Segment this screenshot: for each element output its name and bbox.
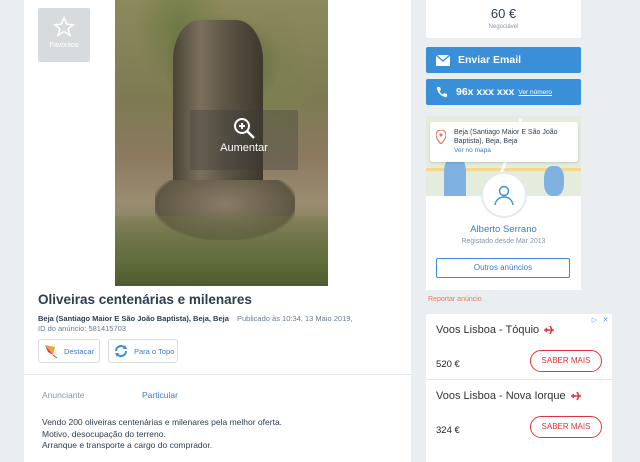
to-top-label: Para o Topo	[134, 346, 175, 356]
map-water	[544, 166, 564, 196]
send-email-button[interactable]: Enviar Email	[426, 47, 581, 73]
address-text: Beja (Santiago Maior E São João Baptista…	[454, 129, 558, 145]
phone-button[interactable]: 96x xxx xxx Ver número	[426, 79, 581, 105]
ad-price: 324 €	[436, 425, 460, 436]
seller-type: Particular	[142, 390, 178, 400]
listing-ad-id: ID do anúncio: 581415703	[38, 324, 126, 333]
registered-since: Registado desde Mar 2013	[461, 238, 546, 245]
see-map-link[interactable]: Ver no mapa	[454, 147, 491, 154]
seller-name[interactable]: Alberto Serrano	[426, 224, 581, 235]
airplane-icon	[544, 325, 555, 335]
user-icon	[494, 185, 514, 206]
avatar[interactable]	[481, 172, 527, 218]
send-email-label: Enviar Email	[458, 54, 522, 66]
ad-price: 520 €	[436, 359, 460, 370]
highlight-label: Destacar	[64, 346, 95, 356]
airplane-icon	[570, 391, 581, 401]
refresh-icon	[115, 345, 127, 357]
kite-icon	[45, 345, 58, 359]
highlight-button[interactable]: Destacar	[38, 339, 100, 363]
listing-description: Vendo 200 oliveiras centenárias e milena…	[42, 417, 282, 452]
envelope-icon	[436, 54, 450, 66]
zoom-button[interactable]: Aumentar	[190, 110, 298, 170]
to-top-button[interactable]: Para o Topo	[108, 339, 178, 363]
ad-destination-label: Voos Lisboa - Nova Iorque	[436, 390, 566, 402]
location-pin-icon	[436, 130, 446, 144]
learn-more-button[interactable]: SABER MAIS	[530, 350, 602, 372]
map-water	[444, 156, 466, 196]
report-ad-link[interactable]: Reportar anúncio	[428, 296, 482, 303]
other-ads-button[interactable]: Outros anúncios	[436, 258, 570, 278]
star-icon	[53, 16, 75, 37]
price: 60 €	[490, 6, 517, 21]
seller-profile: Alberto Serrano Registado desde Mar 2013…	[426, 172, 581, 290]
ad-destination-label: Voos Lisboa - Tóquio	[436, 324, 540, 336]
photo-grass	[115, 216, 328, 286]
ad-row[interactable]: Voos Lisboa - Tóquio 520 € SABER MAIS	[426, 314, 612, 380]
favorites-button[interactable]: Favoritos	[38, 8, 90, 62]
price-box: 60 € Negociável	[426, 0, 581, 38]
listing-published: Publicado às 10:34, 13 Maio 2019,	[237, 314, 353, 323]
ad-destination: Voos Lisboa - Nova Iorque	[436, 390, 581, 402]
ad-destination: Voos Lisboa - Tóquio	[436, 324, 555, 336]
description-line: Vendo 200 oliveiras centenárias e milena…	[42, 417, 283, 427]
phone-number: 96x xxx xxx	[456, 86, 515, 98]
listing-panel: Favoritos Aumentar Oliveiras centenárias…	[24, 0, 411, 462]
ad-row[interactable]: Voos Lisboa - Nova Iorque 324 € SABER MA…	[426, 380, 612, 445]
description-line: Arranque e transporte a cargo do comprad…	[42, 440, 213, 450]
address-card: Beja (Santiago Maior E São João Baptista…	[430, 122, 578, 162]
phone-icon	[436, 87, 447, 98]
section-divider	[24, 374, 411, 375]
negotiable-label: Negociável	[488, 24, 519, 30]
zoom-label: Aumentar	[220, 142, 268, 154]
learn-more-button[interactable]: SABER MAIS	[530, 416, 602, 438]
listing-location: Beja (Santiago Maior E São João Baptista…	[38, 314, 229, 323]
listing-title: Oliveiras centenárias e milenares	[38, 292, 252, 307]
see-number-link[interactable]: Ver número	[518, 89, 552, 96]
description-line: Motivo, desocupação do terreno.	[42, 428, 166, 439]
favorites-label: Favoritos	[49, 42, 79, 49]
zoom-in-icon	[234, 118, 255, 139]
seller-label: Anunciante	[42, 390, 85, 400]
flight-ad: ▷ ✕ Voos Lisboa - Tóquio 520 € SABER MAI…	[426, 314, 612, 462]
